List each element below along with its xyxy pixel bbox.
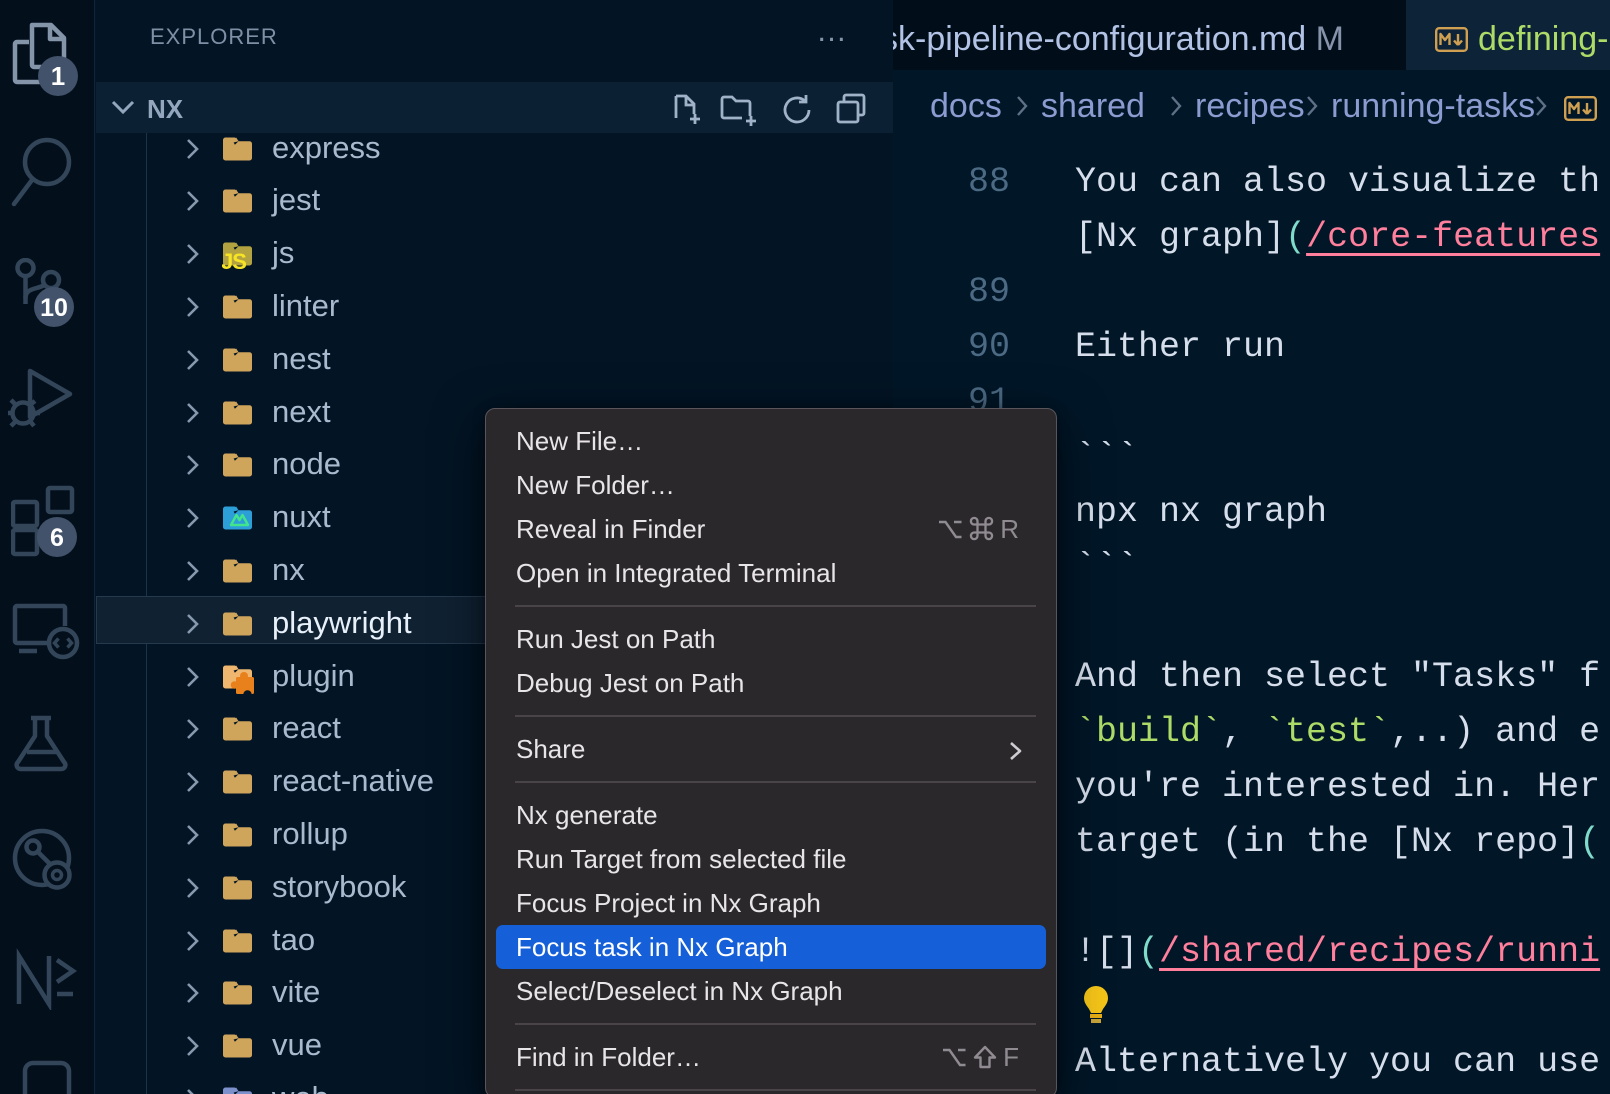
- svg-text:JS: JS: [222, 249, 246, 271]
- svg-text:6: 6: [50, 524, 64, 552]
- svg-text:1: 1: [51, 61, 65, 91]
- svg-text:10: 10: [40, 294, 68, 322]
